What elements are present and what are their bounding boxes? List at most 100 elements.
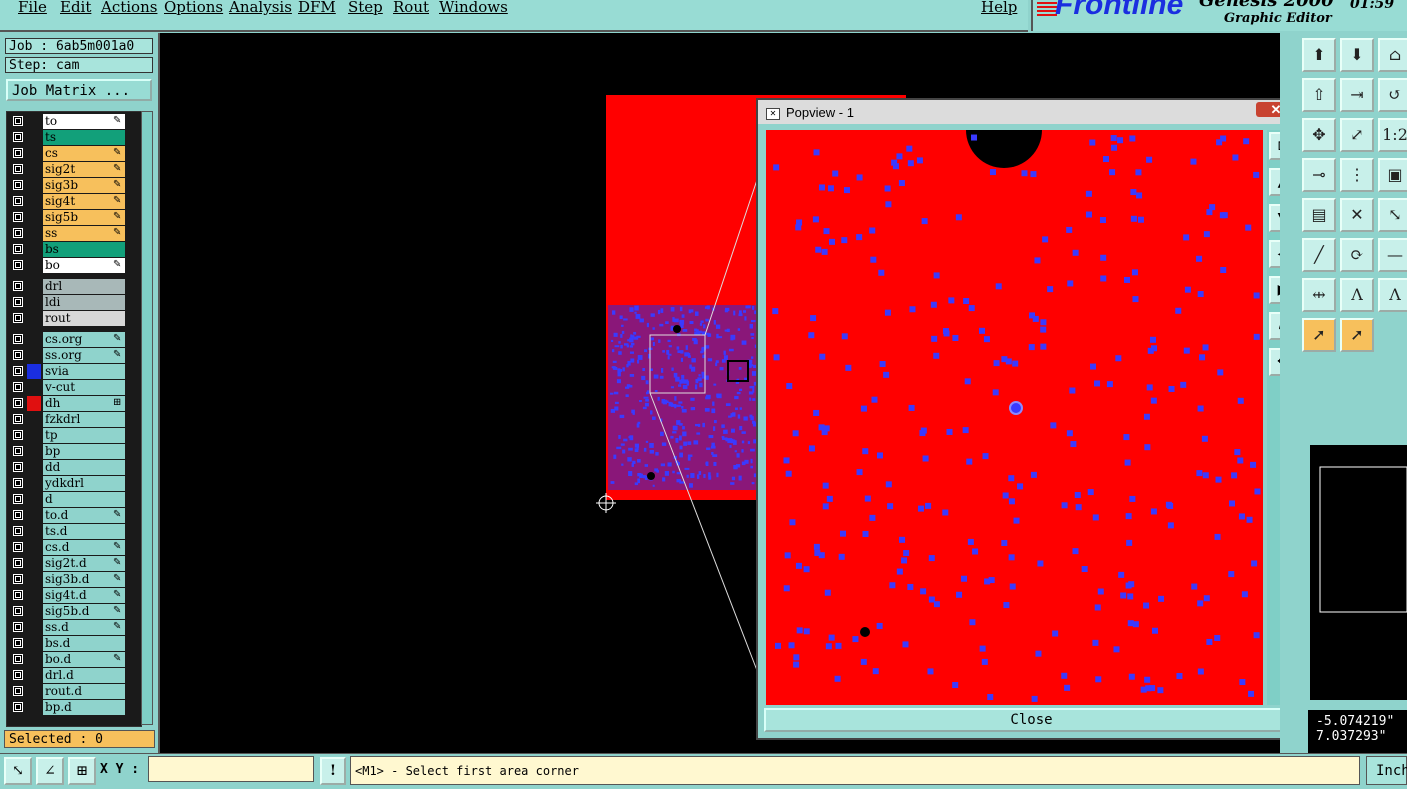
layer-row[interactable]: sig2t ✎ [7,162,141,178]
alert-button[interactable]: ! [320,757,346,785]
layer-checkbox[interactable] [13,180,23,190]
house-icon[interactable]: ⌂ [1378,38,1407,72]
layer-row[interactable]: rout [7,311,141,327]
layer-checkbox[interactable] [13,313,23,323]
layer-row[interactable]: sig2t.d ✎ [7,556,141,572]
layer-checkbox[interactable] [13,558,23,568]
layer-row[interactable]: ydkdrl [7,476,141,492]
overview-map[interactable] [1310,445,1407,700]
arc-icon[interactable]: ⟳ [1340,238,1374,272]
layer-checkbox[interactable] [13,414,23,424]
layer-checkbox[interactable] [13,228,23,238]
layer-checkbox[interactable] [13,148,23,158]
layer-row[interactable]: ldi [7,295,141,311]
layer-row[interactable]: bo ✎ [7,258,141,274]
load-icon[interactable]: ⬇ [1340,38,1374,72]
net-icon[interactable]: ⋮ [1340,158,1374,192]
layer-name[interactable]: drl.d [43,668,125,683]
layer-row[interactable]: tp [7,428,141,444]
probe-icon[interactable]: ⊸ [1302,158,1336,192]
layer-name[interactable]: ts [43,130,125,145]
layer-name[interactable]: bs [43,242,125,257]
menu-dfm[interactable]: DFM [298,0,336,16]
layer-row[interactable]: svia [7,364,141,380]
layer-row[interactable]: ss ✎ [7,226,141,242]
layer-checkbox[interactable] [13,244,23,254]
layer-name[interactable]: bp.d [43,700,125,715]
layer-row[interactable]: ts.d [7,524,141,540]
layer-name[interactable]: ldi [43,295,125,310]
layer-checkbox[interactable] [13,702,23,712]
surface-icon[interactable]: Λ [1378,278,1407,312]
layer-checkbox[interactable] [13,366,23,376]
layer-checkbox[interactable] [13,196,23,206]
layer-checkbox[interactable] [13,622,23,632]
layer-row[interactable]: v-cut [7,380,141,396]
layer-name[interactable]: ts.d [43,524,125,539]
up-arrow-icon[interactable]: ⇧ [1302,78,1336,112]
layer-name[interactable]: ydkdrl [43,476,125,491]
layer-checkbox[interactable] [13,478,23,488]
dimension-icon[interactable]: ⇹ [1302,278,1336,312]
menu-windows[interactable]: Windows [439,0,508,16]
minus-icon[interactable]: — [1378,238,1407,272]
cross-icon[interactable]: ✕ [1340,198,1374,232]
layer-checkbox[interactable] [13,670,23,680]
layer-checkbox[interactable] [13,297,23,307]
layer-checkbox[interactable] [13,260,23,270]
layer-checkbox[interactable] [13,686,23,696]
layer-row[interactable]: sig4t ✎ [7,194,141,210]
layer-row[interactable]: to.d ✎ [7,508,141,524]
menu-rout[interactable]: Rout [393,0,429,16]
fit-icon[interactable]: ⤢ [1340,118,1374,152]
layer-list-scrollbar[interactable] [141,111,153,725]
zoom-area-icon[interactable]: ▣ [1378,158,1407,192]
menu-help[interactable]: Help [981,0,1017,16]
layer-name[interactable]: bp [43,444,125,459]
connect-icon[interactable]: ⤡ [1378,198,1407,232]
layer-checkbox[interactable] [13,638,23,648]
layer-checkbox[interactable] [13,164,23,174]
layer-row[interactable]: drl.d [7,668,141,684]
layer-row[interactable]: cs ✎ [7,146,141,162]
layer-name[interactable]: rout.d [43,684,125,699]
layer-row[interactable]: cs.d ✎ [7,540,141,556]
home-icon[interactable]: ⬆ [1302,38,1336,72]
layer-checkbox[interactable] [13,116,23,126]
layer-row[interactable]: to ✎ [7,114,141,130]
layer-checkbox[interactable] [13,494,23,504]
layer-row[interactable]: sig5b ✎ [7,210,141,226]
layer-row[interactable]: bs.d [7,636,141,652]
popview-close-button[interactable]: Close [764,708,1299,732]
popview-canvas[interactable] [766,130,1263,705]
layer-checkbox[interactable] [13,398,23,408]
layer-row[interactable]: rout.d [7,684,141,700]
layer-checkbox[interactable] [13,334,23,344]
layer-checkbox[interactable] [13,132,23,142]
pad-icon[interactable]: Λ [1340,278,1374,312]
layer-name[interactable]: bs.d [43,636,125,651]
layer-row[interactable]: bp.d [7,700,141,716]
units-toggle[interactable]: Inch [1366,756,1407,785]
move-icon[interactable]: ✥ [1302,118,1336,152]
popview-titlebar[interactable]: ✕ Popview - 1 ✕ [758,100,1307,124]
layer-checkbox[interactable] [13,430,23,440]
menu-edit[interactable]: Edit [60,0,91,16]
menu-actions[interactable]: Actions [101,0,157,16]
layer-checkbox[interactable] [13,526,23,536]
undo-icon[interactable]: ↺ [1378,78,1407,112]
menu-step[interactable]: Step [348,0,383,16]
menu-analysis[interactable]: Analysis [229,0,292,16]
layer-checkbox[interactable] [13,606,23,616]
pointer-icon[interactable]: ➚ [1340,318,1374,352]
layer-row[interactable]: sig3b ✎ [7,178,141,194]
layer-row[interactable]: cs.org ✎ [7,332,141,348]
layer-row[interactable]: dh ⊞ [7,396,141,412]
layer-checkbox[interactable] [13,590,23,600]
layer-row[interactable]: drl [7,279,141,295]
layer-row[interactable]: bs [7,242,141,258]
export-icon[interactable]: ⇥ [1340,78,1374,112]
select-icon[interactable]: ➚ [1302,318,1336,352]
layer-row[interactable]: ts [7,130,141,146]
line-icon[interactable]: ╱ [1302,238,1336,272]
